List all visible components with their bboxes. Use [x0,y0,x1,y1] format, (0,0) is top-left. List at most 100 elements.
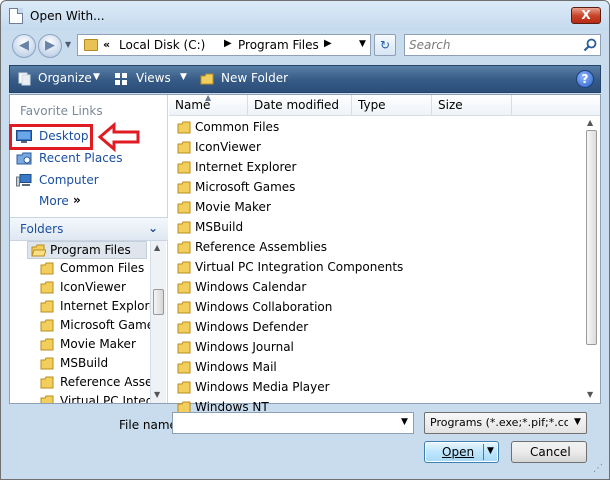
folder-icon [40,300,54,313]
tree-item-label: Microsoft Games [60,318,150,332]
resize-grip-icon[interactable]: ⋰ [593,463,603,474]
breadcrumb-separator-icon[interactable]: ▶ [324,38,332,49]
file-list-scrollbar[interactable]: ▲ ▼ [583,116,600,403]
folder-icon [177,181,191,194]
file-name-dropdown-icon[interactable]: ▼ [401,417,408,427]
double-chevron-right-icon[interactable]: » [73,193,81,207]
folder-icon [177,361,191,374]
organize-button[interactable]: Organize [38,71,92,85]
folder-icon [177,221,191,234]
tree-item-label: Program Files [50,243,131,257]
more-links[interactable]: More [39,194,69,208]
open-button[interactable]: Open ▼ [424,441,499,463]
search-box[interactable]: Search [404,34,601,56]
refresh-button[interactable]: ↻ [374,34,396,56]
new-folder-button[interactable]: New Folder [221,71,288,85]
file-row[interactable]: Windows Media Player [173,378,573,398]
tree-item-label: IconViewer [60,280,126,294]
navigation-pane: Favorite Links Desktop Recent Places Com… [9,95,168,403]
organize-dropdown-icon[interactable]: ▼ [93,72,100,82]
scroll-thumb[interactable] [153,289,164,315]
left-arrow-icon [97,122,140,152]
back-arrow-icon: ◀ [19,38,29,53]
folder-icon [177,341,191,354]
back-button[interactable]: ◀ [12,34,36,58]
scroll-down-arrow-icon[interactable]: ▼ [587,390,593,399]
file-row[interactable]: Windows Collaboration [173,298,573,318]
folder-icon [40,281,54,294]
file-row[interactable]: Virtual PC Integration Components [173,258,573,278]
column-label: Size [438,98,463,112]
folder-icon [40,376,54,389]
breadcrumb-separator-icon[interactable]: ▶ [224,38,232,49]
file-row[interactable]: Windows Journal [173,338,573,358]
cancel-button[interactable]: Cancel [511,441,587,463]
favorite-links-header: Favorite Links [20,104,103,118]
favorite-computer[interactable]: Computer [12,171,166,191]
tree-item-label: Reference Assemblies [60,375,150,389]
file-row[interactable]: Internet Explorer [173,158,573,178]
file-row[interactable]: Windows Mail [173,358,573,378]
close-button[interactable]: X [571,7,601,24]
address-bar[interactable]: « Local Disk (C:) ▶ Program Files ▶ ▼ [77,34,371,56]
recent-pages-dropdown[interactable]: ▼ [65,40,71,49]
sort-up-icon: ▲ [205,93,212,102]
forward-arrow-icon: ▶ [45,38,55,53]
folders-header[interactable]: Folders ⌄ [10,217,168,241]
scroll-down-arrow-icon[interactable]: ▼ [154,390,160,399]
column-header-row: Name ▲ Date modified Type Size [169,93,600,116]
search-input[interactable]: Search [409,38,451,52]
file-row[interactable]: Reference Assemblies [173,238,573,258]
content-area: Favorite Links Desktop Recent Places Com… [9,93,601,414]
breadcrumb-overflow[interactable]: « [103,38,110,51]
open-button-label: Open [442,445,475,459]
file-name: Common Files [195,120,280,134]
forward-button[interactable]: ▶ [38,34,62,58]
views-dropdown-icon[interactable]: ▼ [180,72,187,82]
file-row[interactable]: Common Files [173,118,573,138]
new-folder-icon [200,73,214,85]
file-row[interactable]: Windows Defender [173,318,573,338]
tree-item-label: Virtual PC Integration Components [60,394,150,403]
favorite-recent-places[interactable]: Recent Places [12,149,166,169]
column-size[interactable]: Size [432,95,512,116]
file-row[interactable]: MSBuild [173,218,573,238]
tree-item-label: Common Files [60,261,145,275]
breadcrumb-local-disk[interactable]: Local Disk (C:) [119,38,205,52]
views-icon [115,73,127,85]
folder-icon [40,262,54,275]
file-name: Windows Defender [195,320,309,334]
folder-icon [40,395,54,403]
file-name: Microsoft Games [195,180,296,194]
file-name: Windows Media Player [195,380,330,394]
scroll-thumb[interactable] [586,130,597,345]
column-label: Type [358,98,386,112]
column-type[interactable]: Type [352,95,432,116]
open-dropdown-icon[interactable]: ▼ [487,446,494,456]
column-label: Date modified [254,98,340,112]
tree-item[interactable]: Program Files [27,241,147,259]
folder-icon [177,261,191,274]
help-button[interactable]: ? [576,70,594,88]
tree-item-label: Internet Explorer [60,299,150,313]
address-dropdown[interactable]: ▼ [359,39,366,49]
chevron-down-icon[interactable]: ⌄ [148,221,158,235]
file-name: Windows Collaboration [195,300,333,314]
file-row[interactable]: Movie Maker [173,198,573,218]
breadcrumb-program-files[interactable]: Program Files [238,38,319,52]
scroll-up-arrow-icon[interactable]: ▲ [154,243,160,252]
tree-scrollbar[interactable]: ▲ ▼ [150,241,166,403]
column-name[interactable]: Name ▲ [169,93,248,116]
file-name-input[interactable] [172,412,414,434]
file-type-select[interactable]: Programs (*.exe;*.pif;*.com;*.bat;*.cmd)… [424,412,587,434]
file-row[interactable]: IconViewer [173,138,573,158]
command-bar: Organize ▼ Views ▼ New Folder ? [9,65,601,93]
views-button[interactable]: Views [136,71,171,85]
file-row[interactable]: Windows Calendar [173,278,573,298]
title-bar[interactable]: Open With... X [1,1,609,31]
file-row[interactable]: Microsoft Games [173,178,573,198]
scroll-up-arrow-icon[interactable]: ▲ [587,118,593,127]
search-icon[interactable] [583,38,597,52]
file-name: MSBuild [195,220,244,234]
column-date-modified[interactable]: Date modified [248,95,352,116]
